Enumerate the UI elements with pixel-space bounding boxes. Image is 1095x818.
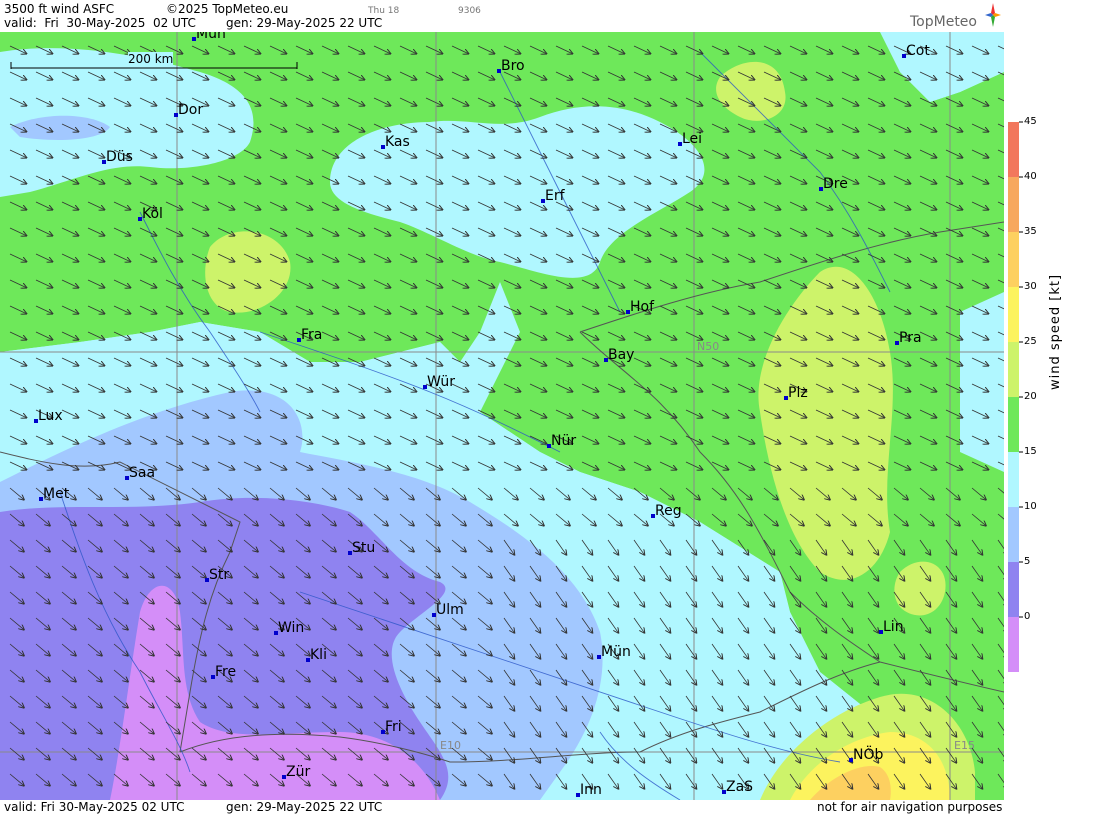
- city-label: Pra: [899, 330, 922, 346]
- legend-color-band: [1008, 122, 1019, 177]
- footer-bar: valid: Fri 30-May-2025 02 UTC gen: 29-Ma…: [0, 800, 1004, 814]
- city-label: Kas: [385, 134, 410, 150]
- legend-tick-label: 15: [1024, 446, 1037, 457]
- city-label: Met: [43, 486, 70, 502]
- legend-tick-label: 20: [1024, 391, 1037, 402]
- city-label: ZaS: [726, 779, 753, 795]
- city-label: Saa: [129, 465, 155, 481]
- footer-disclaimer: not for air navigation purposes: [817, 800, 1003, 814]
- legend-color-band: [1008, 232, 1019, 287]
- legend-tick-label: 0: [1024, 611, 1031, 622]
- city-label: Hof: [630, 299, 655, 315]
- legend-tick-label: 25: [1024, 336, 1037, 347]
- city-label: Fre: [215, 664, 236, 680]
- grid-label-n50: N50: [697, 340, 719, 353]
- city-label: Erf: [545, 188, 566, 204]
- grid-label-e10: E10: [440, 739, 461, 752]
- scale-bar-label: 200 km: [128, 52, 174, 66]
- city-label: Bro: [501, 58, 525, 74]
- legend-color-band: [1008, 177, 1019, 232]
- city-label: Fri: [385, 719, 402, 735]
- grid-label-e15: E15: [954, 739, 975, 752]
- legend-colorbar: [1008, 121, 1023, 672]
- city-label: Mün: [601, 644, 631, 660]
- legend-tick-label: 40: [1024, 171, 1037, 182]
- topmeteo-logo-text: TopMeteo: [910, 14, 977, 30]
- legend-tick-label: 35: [1024, 226, 1037, 237]
- city-label: Reg: [655, 503, 682, 519]
- city-label: Nür: [551, 433, 576, 449]
- city-label: Lux: [38, 408, 63, 424]
- city-label: Plz: [788, 385, 808, 401]
- legend-color-band: [1008, 397, 1019, 452]
- legend-color-band: [1008, 452, 1019, 507]
- legend-tick-label: 10: [1024, 501, 1037, 512]
- footer-valid-time: valid: Fri 30-May-2025 02 UTC: [4, 800, 185, 814]
- city-label: Ulm: [436, 602, 464, 618]
- city-label: Köl: [142, 206, 163, 222]
- wind-map[interactable]: N50 E10 E15 Mün Bro Cot Dor Kas Lei Düs Erf Dre K…: [0, 32, 1004, 800]
- city-label: Lin: [883, 619, 904, 635]
- legend-color-band: [1008, 287, 1019, 342]
- city-label: Inn: [580, 782, 602, 798]
- city-label: Stu: [352, 540, 375, 556]
- city-label: Bay: [608, 347, 634, 363]
- city-label: Str: [209, 567, 229, 583]
- city-label: Kli: [310, 647, 327, 663]
- city-label: Dor: [178, 102, 203, 118]
- city-label: Zür: [286, 764, 310, 780]
- footer-gen-time: gen: 29-May-2025 22 UTC: [226, 800, 383, 814]
- city-label: Fra: [301, 327, 322, 343]
- legend-tick-label: 5: [1024, 556, 1031, 567]
- legend-tick-label: 45: [1024, 116, 1037, 127]
- legend-color-band: [1008, 617, 1019, 672]
- city-label: Wür: [427, 374, 455, 390]
- city-label: Win: [278, 620, 304, 636]
- header-gen-time: gen: 29-May-2025 22 UTC: [226, 16, 383, 30]
- product-title: 3500 ft wind ASFC: [4, 2, 115, 16]
- city-label: Dre: [823, 176, 848, 192]
- legend-color-band: [1008, 507, 1019, 562]
- copyright-text: ©2025 TopMeteo.eu: [166, 2, 289, 16]
- legend-panel: [1004, 32, 1095, 814]
- legend-title: wind speed [kt]: [1048, 273, 1063, 390]
- city-label: Düs: [106, 149, 133, 165]
- city-label: NÖb: [853, 745, 883, 763]
- legend-tick-label: 30: [1024, 281, 1037, 292]
- code-tag: 9306: [458, 6, 481, 16]
- city-label: Mün: [196, 32, 226, 42]
- city-label: Cot: [906, 43, 930, 59]
- city-label: Lei: [682, 131, 702, 147]
- legend-color-band: [1008, 342, 1019, 397]
- header-valid-time: valid: Fri 30-May-2025 02 UTC: [4, 16, 196, 30]
- legend-color-band: [1008, 562, 1019, 617]
- compass-logo-icon: [985, 3, 1001, 27]
